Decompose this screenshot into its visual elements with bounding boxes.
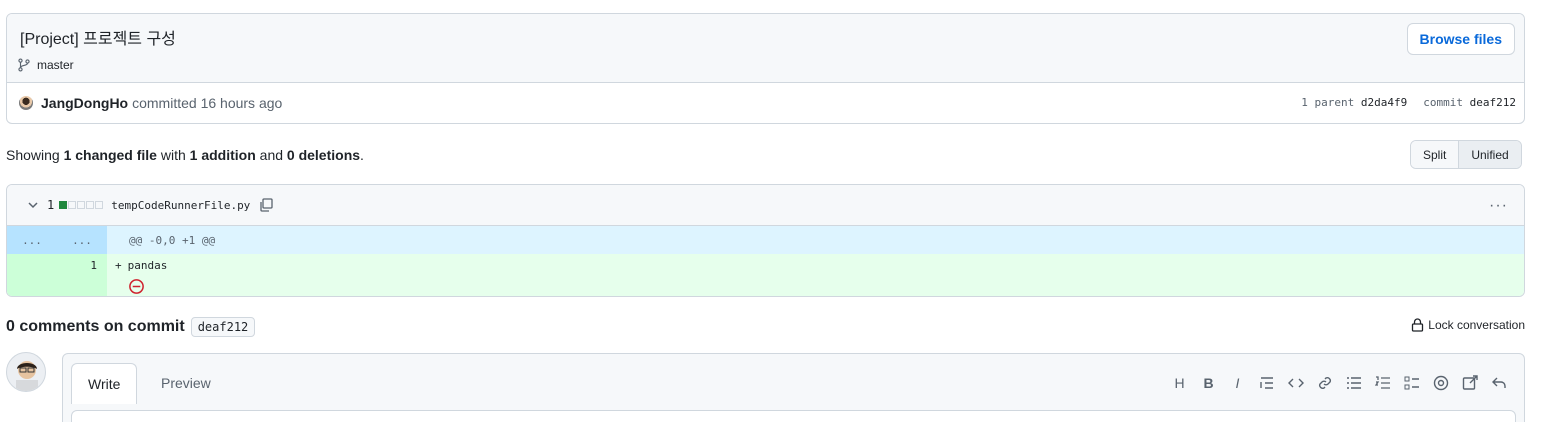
- unified-button[interactable]: Unified: [1459, 141, 1521, 168]
- commit-sha: deaf212: [1469, 96, 1516, 109]
- unordered-list-icon[interactable]: [1344, 373, 1363, 392]
- summary-showing: Showing: [6, 147, 60, 163]
- branch-name: master: [37, 58, 74, 72]
- comment-textarea[interactable]: [71, 410, 1516, 422]
- committed-time: committed 16 hours ago: [132, 95, 283, 111]
- heading-icon[interactable]: H: [1170, 373, 1189, 392]
- parent-info: 1 parent d2da4f9: [1301, 96, 1407, 109]
- commit-title-bar: [Project] 프로젝트 구성 master Browse files: [7, 14, 1524, 83]
- task-list-icon[interactable]: [1402, 373, 1421, 392]
- cross-reference-icon[interactable]: [1460, 373, 1479, 392]
- commit-label: commit: [1423, 96, 1464, 109]
- parent-sha[interactable]: d2da4f9: [1361, 96, 1407, 109]
- markdown-toolbar: H B I: [1170, 373, 1508, 392]
- comments-heading: 0 comments on commit deaf212: [6, 317, 256, 337]
- diff-sign: +: [115, 259, 122, 272]
- commit-title: [Project] 프로젝트 구성: [20, 31, 176, 48]
- summary-and: and: [259, 147, 284, 163]
- copy-icon[interactable]: [258, 197, 274, 213]
- hunk-row: ... ... @@ -0,0 +1 @@: [7, 226, 1524, 254]
- lock-label: Lock conversation: [1428, 318, 1525, 332]
- summary-files: 1 changed file: [63, 147, 157, 163]
- link-icon[interactable]: [1315, 373, 1334, 392]
- diffstat-block: [77, 201, 86, 209]
- diffstat-blocks: [59, 201, 104, 209]
- git-branch-icon: [18, 58, 30, 72]
- kebab-horizontal-icon[interactable]: ···: [1489, 197, 1508, 215]
- file-diff: 1 tempCodeRunnerFile.py ··· ... ... @@ -…: [6, 184, 1525, 297]
- comment-editor: Write Preview H B I: [62, 353, 1525, 422]
- parent-label: 1 parent: [1301, 96, 1355, 109]
- diffstat-block: [86, 201, 95, 209]
- hunk-expand-new[interactable]: ...: [57, 226, 107, 254]
- hunk-header: @@ -0,0 +1 @@: [129, 233, 216, 247]
- tab-write[interactable]: Write: [71, 363, 138, 404]
- undo-icon[interactable]: [1489, 373, 1508, 392]
- commit-header: [Project] 프로젝트 구성 master Browse files Ja…: [6, 13, 1525, 124]
- quote-icon[interactable]: [1257, 373, 1276, 392]
- lock-icon: [1412, 318, 1424, 332]
- browse-files-button[interactable]: Browse files: [1406, 23, 1515, 55]
- italic-icon[interactable]: I: [1228, 373, 1247, 392]
- lock-conversation-button[interactable]: Lock conversation: [1411, 318, 1525, 332]
- author-link[interactable]: JangDongHo: [41, 95, 128, 111]
- commit-info: commit deaf212: [1423, 96, 1516, 109]
- code-line: + pandas: [107, 254, 1524, 296]
- line-number-new[interactable]: 1: [57, 254, 107, 296]
- diffstat-block: [95, 201, 104, 209]
- diffstat-block: [68, 201, 77, 209]
- author-avatar[interactable]: [19, 96, 33, 110]
- commit-meta: 1 parent d2da4f9 commit deaf212: [1301, 96, 1516, 109]
- diff-summary: Showing 1 changed file with 1 addition a…: [6, 147, 364, 163]
- file-header: 1 tempCodeRunnerFile.py ···: [7, 185, 1524, 226]
- line-number-old[interactable]: [7, 254, 57, 296]
- tab-preview[interactable]: Preview: [145, 363, 227, 403]
- file-name[interactable]: tempCodeRunnerFile.py: [111, 199, 250, 212]
- commit-author-bar: JangDongHo committed 16 hours ago 1 pare…: [7, 83, 1524, 123]
- diff-view-toggle: Split Unified: [1410, 140, 1522, 169]
- addition-line: 1 + pandas: [7, 254, 1524, 296]
- summary-period: .: [360, 147, 364, 163]
- code-text: pandas: [127, 259, 168, 272]
- ordered-list-icon[interactable]: [1373, 373, 1392, 392]
- summary-with: with: [160, 147, 186, 163]
- minus-circle-icon: [129, 279, 144, 294]
- diffstat-block-add: [59, 201, 68, 209]
- diffstat-count: 1: [47, 198, 55, 212]
- bold-icon[interactable]: B: [1199, 373, 1218, 392]
- comment-commit-sha: deaf212: [190, 317, 256, 337]
- code-icon[interactable]: [1286, 373, 1305, 392]
- hunk-expand-old[interactable]: ...: [7, 226, 57, 254]
- branch-info[interactable]: master: [17, 58, 74, 72]
- summary-deletions: 0 deletions: [286, 147, 361, 163]
- comments-count: 0 comments on commit: [6, 318, 185, 335]
- avatar-image: [16, 361, 38, 391]
- split-button[interactable]: Split: [1411, 141, 1460, 168]
- mention-icon[interactable]: [1431, 373, 1450, 392]
- summary-additions: 1 addition: [189, 147, 256, 163]
- chevron-down-icon[interactable]: [27, 199, 39, 211]
- current-user-avatar[interactable]: [6, 352, 46, 392]
